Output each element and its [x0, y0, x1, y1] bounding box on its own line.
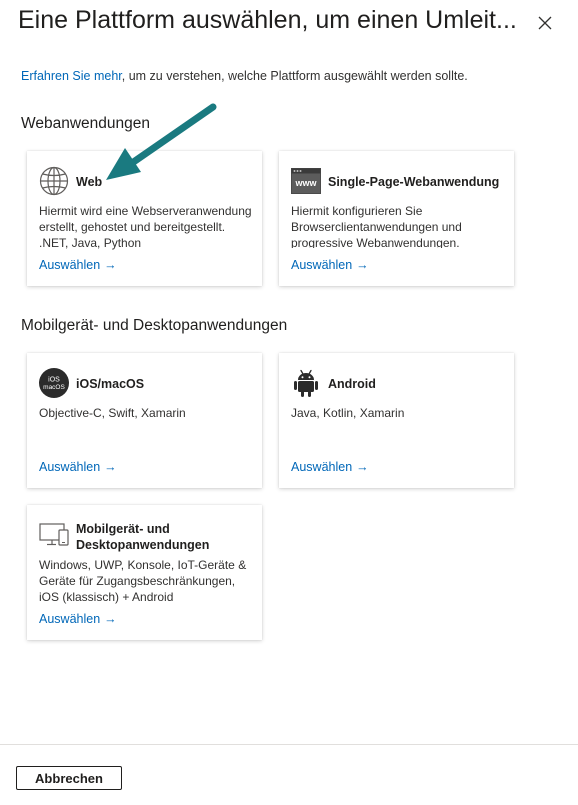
svg-text:www: www — [294, 178, 317, 188]
card-description: Hiermit konfigurieren Sie Browserclienta… — [291, 204, 462, 248]
close-icon — [538, 16, 552, 30]
card-title: Mobilgerät- und Desktopanwendungen — [76, 522, 210, 552]
select-link-label: Auswählen — [39, 460, 101, 474]
select-desktop-link[interactable]: Auswählen → — [39, 612, 117, 626]
globe-icon — [39, 166, 69, 196]
panel-title: Eine Plattform auswählen, um einen Umlei… — [18, 6, 517, 34]
intro-text: Erfahren Sie mehr, um zu verstehen, welc… — [21, 69, 468, 83]
card-description: Objective-C, Swift, Xamarin — [39, 406, 186, 420]
footer-divider — [0, 744, 578, 745]
select-ios-link[interactable]: Auswählen → — [39, 460, 117, 474]
arrow-right-icon: → — [356, 258, 369, 272]
select-android-link[interactable]: Auswählen → — [291, 460, 369, 474]
select-link-label: Auswählen — [39, 258, 101, 272]
svg-text:iOS: iOS — [48, 377, 60, 384]
platform-card-web[interactable]: Web Hiermit wird eine Webserveranwendung… — [27, 151, 262, 286]
section-heading-mobile: Mobilgerät- und Desktopanwendungen — [21, 317, 288, 334]
platform-card-desktop[interactable]: Mobilgerät- und Desktopanwendungen Windo… — [27, 505, 262, 640]
platform-card-spa[interactable]: www Single-Page-Webanwendung Hiermit kon… — [279, 151, 514, 286]
select-link-label: Auswählen — [291, 258, 353, 272]
arrow-right-icon: → — [104, 460, 117, 474]
select-link-label: Auswählen — [39, 612, 101, 626]
svg-text:macOS: macOS — [43, 384, 65, 391]
card-title: Web — [76, 175, 103, 189]
arrow-right-icon: → — [104, 258, 117, 272]
select-link-label: Auswählen — [291, 460, 353, 474]
card-description: Java, Kotlin, Xamarin — [291, 406, 405, 420]
card-description: Hiermit wird eine Webserveranwendung ers… — [39, 204, 252, 250]
select-spa-link[interactable]: Auswählen → — [291, 258, 369, 272]
card-title: Android — [328, 377, 376, 391]
www-browser-icon: www — [291, 168, 321, 198]
platform-card-ios[interactable]: iOS macOS iOS/macOS Objective-C, Swift, … — [27, 353, 262, 488]
select-web-link[interactable]: Auswählen → — [39, 258, 117, 272]
cancel-button[interactable]: Abbrechen — [16, 766, 122, 790]
section-heading-web: Webanwendungen — [21, 115, 150, 132]
intro-sentence: , um zu verstehen, welche Plattform ausg… — [121, 69, 468, 83]
desktop-mobile-icon — [39, 522, 69, 552]
close-button[interactable] — [534, 12, 556, 34]
learn-more-link[interactable]: Erfahren Sie mehr — [21, 69, 122, 83]
android-icon — [291, 368, 321, 398]
card-title: Single-Page-Webanwendung — [328, 175, 500, 189]
arrow-right-icon: → — [356, 460, 369, 474]
ios-macos-icon: iOS macOS — [39, 368, 69, 398]
card-title: iOS/macOS — [76, 377, 145, 391]
card-description: Windows, UWP, Konsole, IoT-Geräte & Gerä… — [39, 558, 247, 604]
arrow-right-icon: → — [104, 612, 117, 626]
platform-card-android[interactable]: Android Java, Kotlin, Xamarin Auswählen → — [279, 353, 514, 488]
